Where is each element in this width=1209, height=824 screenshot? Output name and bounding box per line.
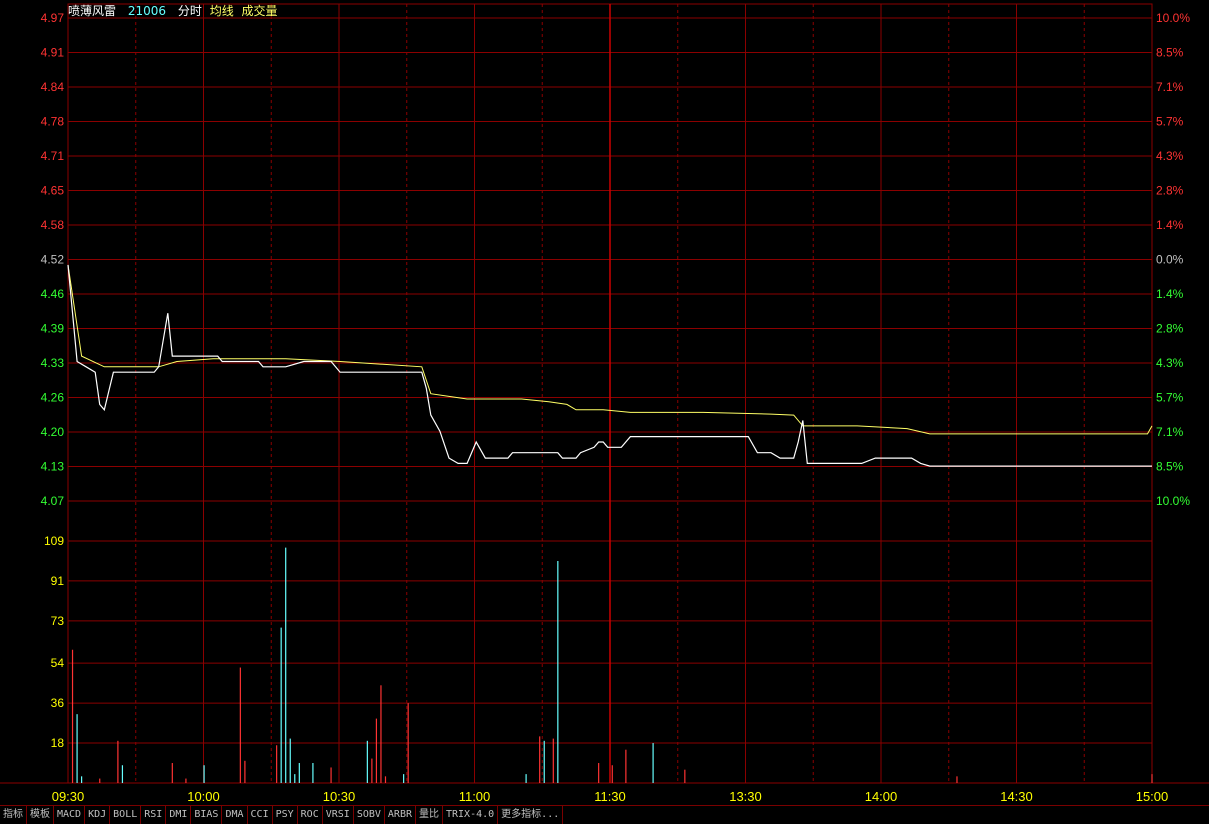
label-intraday: 分时: [177, 4, 202, 18]
label-volume: 成交量: [241, 4, 278, 18]
price-tick-label: 4.13: [41, 460, 65, 474]
time-tick-label: 10:30: [323, 789, 356, 804]
tab-17[interactable]: 更多指标...: [498, 806, 564, 824]
stock-name: 喷薄风雷: [68, 4, 117, 18]
price-tick-label: 4.52: [41, 253, 65, 267]
price-tick-label: 4.91: [41, 46, 65, 60]
volume-tick-label: 109: [44, 534, 64, 548]
label-avg: 均线: [209, 4, 234, 18]
tab-11[interactable]: ROC: [298, 806, 323, 824]
volume-tick-label: 54: [51, 656, 65, 670]
tab-7[interactable]: BIAS: [191, 806, 223, 824]
indicator-tab-bar: 指标 模板 MACD KDJ BOLL RSI DMI BIAS DMA CCI PSY ROC VRS…: [0, 805, 1209, 824]
pct-tick-label: 4.3%: [1156, 356, 1184, 370]
pct-tick-label: 5.7%: [1156, 391, 1184, 405]
pct-tick-label: 7.1%: [1156, 425, 1184, 439]
price-tick-label: 4.84: [41, 80, 65, 94]
intraday-chart[interactable]: 4.97 10.0% 4.91 8.5% 4.84 7.1% 4.78 5.7% 4.71 4.3…: [0, 0, 1209, 805]
tab-3[interactable]: KDJ: [85, 806, 111, 824]
price-tick-label: 4.65: [41, 184, 65, 198]
price-tick-label: 4.78: [41, 115, 65, 129]
volume-tick-label: 18: [51, 736, 65, 750]
tab-12[interactable]: VRSI: [323, 806, 354, 824]
time-tick-label: 10:00: [187, 789, 220, 804]
tab-2[interactable]: MACD: [54, 806, 86, 824]
pct-tick-label: 8.5%: [1156, 46, 1184, 60]
chart-header: 喷薄风雷 21006 分时 均线 成交量: [68, 2, 286, 19]
time-tick-label: 13:30: [729, 789, 762, 804]
price-tick-label: 4.33: [41, 356, 65, 370]
pct-tick-label: 2.8%: [1156, 184, 1184, 198]
price-tick-label: 4.97: [41, 11, 65, 25]
pct-tick-label: 7.1%: [1156, 80, 1184, 94]
pct-tick-label: 1.4%: [1156, 287, 1184, 301]
time-tick-label: 15:00: [1136, 789, 1169, 804]
pct-tick-label: 4.3%: [1156, 149, 1184, 163]
tab-15[interactable]: 量比: [416, 806, 443, 824]
time-tick-label: 14:00: [865, 789, 898, 804]
pct-tick-label: 2.8%: [1156, 322, 1184, 336]
time-tick-label: 09:30: [52, 789, 85, 804]
tab-10[interactable]: PSY: [273, 806, 298, 824]
tab-6[interactable]: DMI: [166, 806, 192, 824]
volume-tick-label: 73: [51, 614, 65, 628]
time-tick-label: 14:30: [1000, 789, 1033, 804]
price-tick-label: 4.39: [41, 322, 65, 336]
stock-code: 21006: [127, 4, 167, 18]
price-tick-label: 4.46: [41, 287, 65, 301]
pct-tick-label: 0.0%: [1156, 253, 1184, 267]
tab-13[interactable]: SOBV: [354, 806, 385, 824]
tab-1[interactable]: 模板: [27, 806, 54, 824]
price-tick-label: 4.07: [41, 494, 65, 508]
tab-16[interactable]: TRIX-4.0: [443, 806, 499, 824]
pct-tick-label: 10.0%: [1156, 11, 1190, 25]
price-tick-label: 4.58: [41, 218, 65, 232]
pct-tick-label: 8.5%: [1156, 460, 1184, 474]
price-tick-label: 4.20: [41, 425, 65, 439]
pct-tick-label: 10.0%: [1156, 494, 1190, 508]
time-tick-label: 11:00: [459, 789, 491, 804]
pct-tick-label: 1.4%: [1156, 218, 1184, 232]
price-tick-label: 4.71: [41, 149, 65, 163]
tab-4[interactable]: BOLL: [110, 806, 142, 824]
time-tick-label: 11:30: [594, 789, 626, 804]
volume-tick-label: 36: [51, 696, 65, 710]
tab-5[interactable]: RSI: [141, 806, 167, 824]
price-tick-label: 4.26: [41, 391, 65, 405]
pct-tick-label: 5.7%: [1156, 115, 1184, 129]
tab-0[interactable]: 指标: [0, 806, 27, 824]
volume-tick-label: 91: [51, 574, 65, 588]
tab-9[interactable]: CCI: [248, 806, 273, 824]
tab-8[interactable]: DMA: [222, 806, 248, 824]
tab-14[interactable]: ARBR: [385, 806, 416, 824]
